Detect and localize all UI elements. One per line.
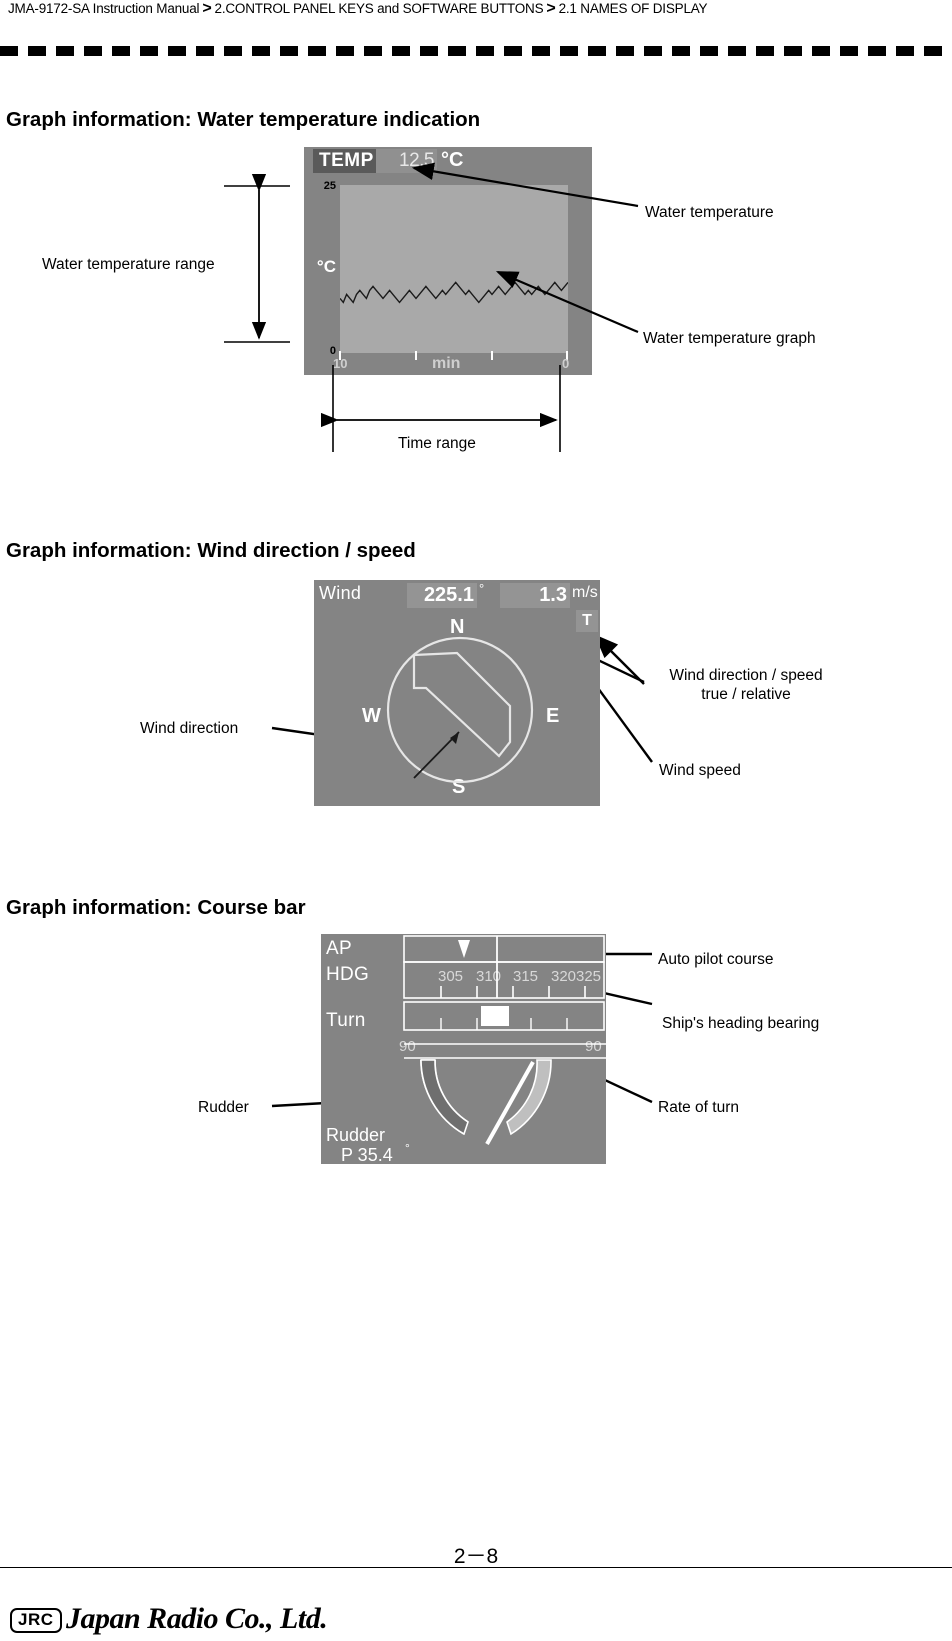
temp-axis-label-10min: 10 bbox=[333, 356, 348, 371]
section-title-wind: Graph information: Wind direction / spee… bbox=[6, 539, 416, 562]
course-bar-graphic bbox=[403, 935, 606, 1145]
breadcrumb-chapter: 2.CONTROL PANEL KEYS and SOFTWARE BUTTON… bbox=[214, 1, 544, 16]
callout-water-temperature-range: Water temperature range bbox=[42, 256, 215, 273]
manual-page: JMA-9172-SA Instruction Manual >2.CONTROL… bbox=[0, 0, 952, 1641]
callout-time-range: Time range bbox=[398, 435, 476, 452]
breadcrumb-separator-2: > bbox=[546, 0, 556, 17]
breadcrumb-manual: JMA-9172-SA Instruction Manual bbox=[8, 1, 200, 16]
wind-compass-graphic bbox=[386, 636, 534, 784]
callout-wind-dir-speed: Wind direction / speed true / relative bbox=[648, 666, 844, 704]
breadcrumb: JMA-9172-SA Instruction Manual >2.CONTROL… bbox=[8, 0, 708, 18]
callout-wind-dir-speed-line1: Wind direction / speed bbox=[669, 667, 823, 684]
temp-axis-label-0min: 0 bbox=[562, 356, 570, 371]
callout-rudder: Rudder bbox=[198, 1099, 249, 1116]
water-temperature-display: TEMP 12.5 °C 25 °C 0 10 min 0 bbox=[304, 147, 592, 375]
section-title-course-bar: Graph information: Course bar bbox=[6, 896, 306, 919]
callout-wind-dir-speed-line2: true / relative bbox=[701, 686, 791, 703]
temp-axis-label-degc: °C bbox=[316, 257, 336, 276]
page-number: 2－8 bbox=[453, 1545, 499, 1568]
header-dashed-rule bbox=[0, 46, 952, 56]
water-temperature-unit: °C bbox=[441, 149, 464, 171]
jrc-company-name: Japan Radio Co., Ltd. bbox=[66, 1602, 328, 1635]
callout-ship-heading-bearing: Ship's heading bearing bbox=[662, 1015, 820, 1032]
water-temperature-value: 12.5 bbox=[376, 149, 437, 173]
callout-rate-of-turn: Rate of turn bbox=[658, 1099, 739, 1116]
temp-axis-label-25: 25 bbox=[323, 180, 336, 192]
temp-tick-mid-right bbox=[491, 351, 493, 360]
temp-tick-mid-left bbox=[415, 351, 417, 360]
callout-wind-speed: Wind speed bbox=[659, 762, 741, 779]
callout-water-temperature-graph: Water temperature graph bbox=[643, 330, 816, 347]
temp-axis-label-min: min bbox=[432, 355, 461, 372]
callout-water-temperature: Water temperature bbox=[645, 204, 774, 221]
section-title-water-temperature: Graph information: Water temperature ind… bbox=[6, 108, 481, 131]
callout-auto-pilot-course: Auto pilot course bbox=[658, 951, 774, 968]
jrc-logo-mark: JRC bbox=[10, 1608, 62, 1633]
wind-display: Wind 225.1 ° 1.3 m/s T N E S W bbox=[314, 580, 600, 806]
water-temperature-trace bbox=[340, 281, 568, 304]
course-bar-display: AP HDG Turn 305 310 315 320 325 90 90 Ru… bbox=[321, 934, 606, 1165]
breadcrumb-separator-1: > bbox=[202, 0, 212, 17]
temp-header-bar: TEMP 12.5 °C bbox=[304, 147, 592, 175]
temp-tag-label: TEMP bbox=[313, 149, 380, 173]
water-temperature-plot-area bbox=[340, 185, 568, 353]
breadcrumb-section: 2.1 NAMES OF DISPLAY bbox=[558, 1, 708, 16]
footer-rule bbox=[0, 1567, 952, 1568]
callout-wind-direction: Wind direction bbox=[140, 720, 239, 737]
